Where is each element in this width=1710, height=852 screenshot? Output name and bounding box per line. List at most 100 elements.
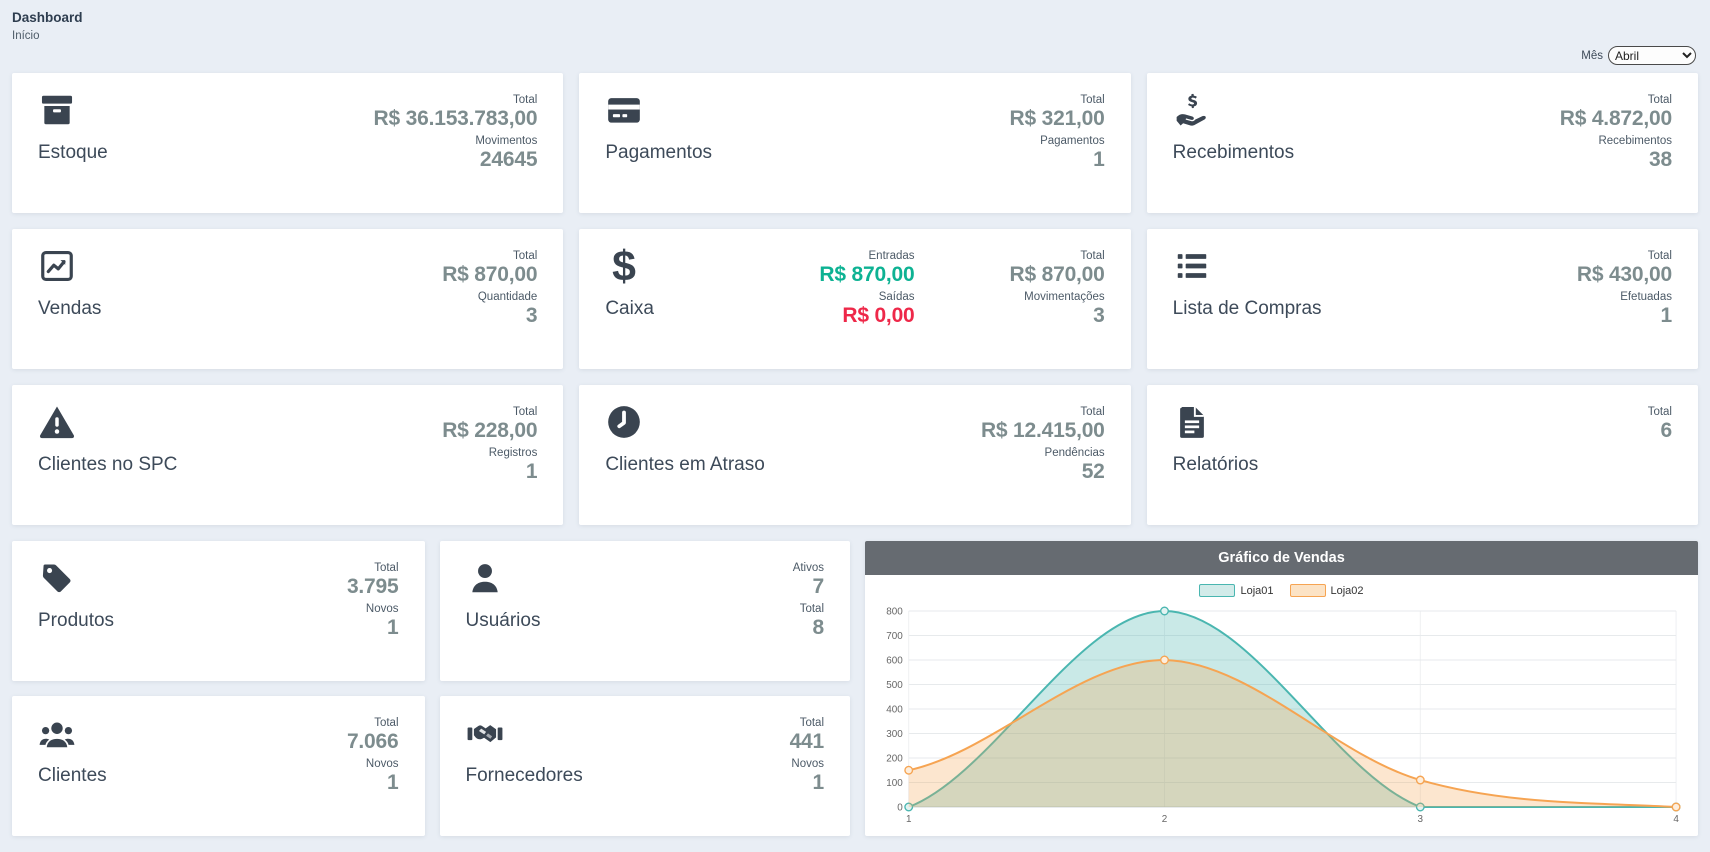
stat-label: Novos	[366, 603, 399, 615]
dollar-icon: $	[605, 247, 643, 285]
card-fornecedores[interactable]: Fornecedores Total 441 Novos 1	[440, 696, 851, 836]
card-clientes-stats: Total 7.066 Novos 1	[347, 714, 399, 822]
card-caixa[interactable]: $ Caixa Entradas R$ 870,00 Saídas R$ 0,0…	[579, 229, 1130, 369]
card-relatorios[interactable]: Relatórios Total 6	[1147, 385, 1698, 525]
legend-label: Loja01	[1240, 585, 1273, 597]
legend-item-loja02[interactable]: Loja02	[1290, 584, 1364, 597]
sales-area-chart[interactable]: 01002003004005006007008001234	[875, 599, 1688, 829]
caixa-flow-column: Entradas R$ 870,00 Saídas R$ 0,00	[819, 247, 914, 355]
stat-label: Movimentos	[475, 135, 537, 147]
credit-card-icon	[605, 91, 643, 129]
stat-value: 1	[1661, 303, 1672, 329]
card-pagamentos-stats: Total R$ 321,00 Pagamentos 1	[1010, 91, 1105, 199]
card-clientes[interactable]: Clientes Total 7.066 Novos 1	[12, 696, 425, 836]
stat-label: Saídas	[879, 291, 915, 303]
breadcrumb[interactable]: Início	[12, 30, 1698, 42]
stat-label: Registros	[489, 447, 538, 459]
card-vendas[interactable]: Vendas Total R$ 870,00 Quantidade 3	[12, 229, 563, 369]
tag-icon	[38, 559, 76, 597]
bottom-column-1: Produtos Total 3.795 Novos 1 Clientes	[12, 541, 425, 836]
stat-label: Total	[374, 562, 398, 574]
card-title: Vendas	[38, 298, 188, 320]
card-produtos[interactable]: Produtos Total 3.795 Novos 1	[12, 541, 425, 681]
stat-label: Quantidade	[478, 291, 537, 303]
svg-text:300: 300	[886, 729, 903, 740]
stat-value: R$ 36.153.783,00	[374, 106, 538, 132]
month-select[interactable]: Abril	[1608, 46, 1696, 65]
stat-value: 7.066	[347, 729, 399, 755]
stat-label: Total	[1648, 250, 1672, 262]
stat-label: Total	[1648, 94, 1672, 106]
card-spc-stats: Total R$ 228,00 Registros 1	[442, 403, 537, 511]
stat-value: R$ 4.872,00	[1560, 106, 1672, 132]
stat-label: Total	[1080, 250, 1104, 262]
stat-label: Movimentações	[1024, 291, 1105, 303]
stat-value: R$ 228,00	[442, 418, 537, 444]
svg-text:100: 100	[886, 778, 903, 789]
card-fornecedores-left: Fornecedores	[466, 714, 616, 822]
stat-value: R$ 321,00	[1010, 106, 1105, 132]
svg-text:500: 500	[886, 680, 903, 691]
card-lista-de-compras[interactable]: Lista de Compras Total R$ 430,00 Efetuad…	[1147, 229, 1698, 369]
stat-label: Efetuadas	[1620, 291, 1672, 303]
stat-value: 8	[813, 615, 824, 641]
warning-icon	[38, 403, 76, 441]
summary-cards-row-3: Clientes no SPC Total R$ 228,00 Registro…	[12, 385, 1698, 525]
legend-swatch-loja01	[1199, 584, 1235, 597]
card-title: Lista de Compras	[1173, 298, 1323, 320]
legend-item-loja01[interactable]: Loja01	[1199, 584, 1273, 597]
card-fornecedores-stats: Total 441 Novos 1	[790, 714, 824, 822]
stat-value: 3	[526, 303, 537, 329]
stat-value: R$ 870,00	[442, 262, 537, 288]
users-icon	[38, 714, 76, 752]
list-icon	[1173, 247, 1211, 285]
page-header: Dashboard Início	[12, 10, 1698, 42]
hand-dollar-icon	[1173, 91, 1211, 129]
stat-label: Ativos	[793, 562, 824, 574]
card-produtos-left: Produtos	[38, 559, 188, 667]
card-vendas-stats: Total R$ 870,00 Quantidade 3	[442, 247, 537, 355]
card-lista-left: Lista de Compras	[1173, 247, 1323, 355]
stat-value: 441	[790, 729, 824, 755]
card-usuarios[interactable]: Usuários Ativos 7 Total 8	[440, 541, 851, 681]
stat-value: R$ 430,00	[1577, 262, 1672, 288]
caixa-total-column: Total R$ 870,00 Movimentações 3	[1010, 247, 1105, 355]
bottom-column-2: Usuários Ativos 7 Total 8 Forn	[440, 541, 851, 836]
card-title: Relatórios	[1173, 454, 1323, 476]
svg-text:200: 200	[886, 753, 903, 764]
stat-value: R$ 870,00	[1010, 262, 1105, 288]
card-title: Estoque	[38, 142, 188, 164]
card-clientes-em-atraso[interactable]: Clientes em Atraso Total R$ 12.415,00 Pe…	[579, 385, 1130, 525]
card-clientes-left: Clientes	[38, 714, 188, 822]
card-clientes-no-spc[interactable]: Clientes no SPC Total R$ 228,00 Registro…	[12, 385, 563, 525]
card-estoque-left: Estoque	[38, 91, 188, 199]
file-icon	[1173, 403, 1211, 441]
page-title: Dashboard	[12, 10, 1698, 25]
stat-label: Recebimentos	[1598, 135, 1672, 147]
chart-legend: Loja01 Loja02	[875, 579, 1688, 599]
summary-cards-row-1: Estoque Total R$ 36.153.783,00 Movimento…	[12, 73, 1698, 213]
card-title: Pagamentos	[605, 142, 755, 164]
card-pagamentos[interactable]: Pagamentos Total R$ 321,00 Pagamentos 1	[579, 73, 1130, 213]
card-spc-left: Clientes no SPC	[38, 403, 188, 511]
stat-value-entradas: R$ 870,00	[819, 262, 914, 288]
card-lista-stats: Total R$ 430,00 Efetuadas 1	[1577, 247, 1672, 355]
legend-swatch-loja02	[1290, 584, 1326, 597]
card-recebimentos[interactable]: Recebimentos Total R$ 4.872,00 Recebimen…	[1147, 73, 1698, 213]
card-title: Clientes em Atraso	[605, 454, 764, 476]
card-usuarios-left: Usuários	[466, 559, 616, 667]
stat-value: 1	[526, 459, 537, 485]
bottom-section: Produtos Total 3.795 Novos 1 Clientes	[12, 541, 1698, 836]
stat-label: Total	[513, 406, 537, 418]
card-vendas-left: Vendas	[38, 247, 188, 355]
month-filter-row: Mês Abril	[12, 46, 1696, 65]
stat-value: 24645	[480, 147, 537, 173]
stat-label: Novos	[791, 758, 824, 770]
stat-label: Total	[800, 717, 824, 729]
card-title: Usuários	[466, 610, 616, 632]
card-recebimentos-left: Recebimentos	[1173, 91, 1323, 199]
svg-text:0: 0	[897, 802, 903, 813]
stat-label: Total	[374, 717, 398, 729]
user-icon	[466, 559, 504, 597]
card-estoque[interactable]: Estoque Total R$ 36.153.783,00 Movimento…	[12, 73, 563, 213]
